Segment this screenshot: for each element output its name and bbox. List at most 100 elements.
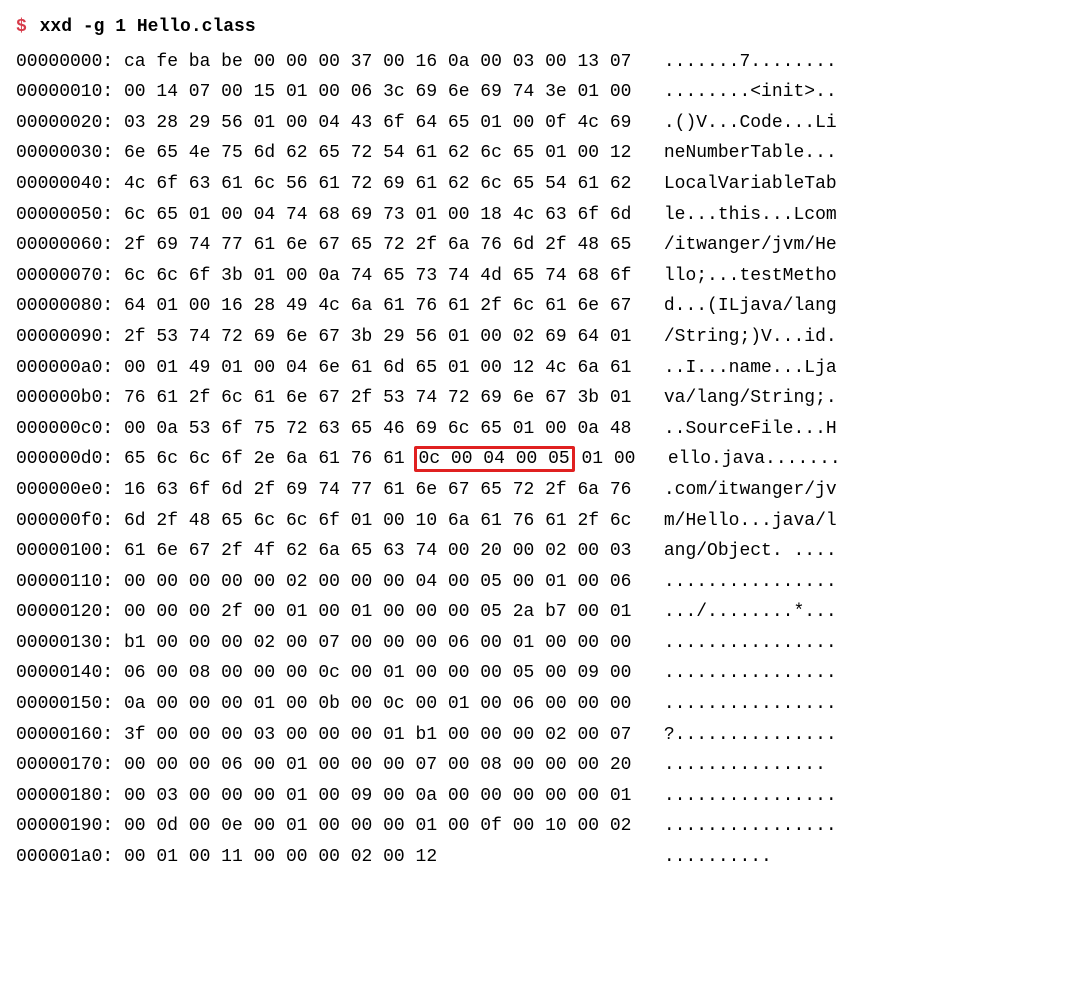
hex-bytes: 2f537472696e673b2956010002696401 bbox=[124, 322, 642, 353]
hex-bytes: 03282956010004436f646501000f4c69 bbox=[124, 108, 642, 139]
hex-bytes: 6c6c6f3b01000a746573744d6574686f bbox=[124, 261, 642, 292]
ascii-column: .......7........ bbox=[664, 47, 837, 78]
hex-dump-row: 00000150: 0a00000001000b000c0001000600000… bbox=[16, 689, 1064, 720]
offset: 00000040: bbox=[16, 169, 113, 200]
offset: 00000180: bbox=[16, 781, 113, 812]
hex-bytes: 0a00000001000b000c00010006000000 bbox=[124, 689, 642, 720]
hex-dump-row: 00000040:4c6f63616c5661726961626c6554616… bbox=[16, 169, 1064, 200]
highlighted-bytes: 0c00040005 bbox=[414, 446, 575, 472]
ascii-column: ang/Object. .... bbox=[664, 536, 837, 567]
ascii-column: m/Hello...java/l bbox=[664, 506, 837, 537]
offset: 00000020: bbox=[16, 108, 113, 139]
hex-dump-row: 000000b0: 76612f6c616e672f537472696e673b0… bbox=[16, 383, 1064, 414]
hex-bytes: 656c6c6f2e6a6176610c000400050100 bbox=[124, 444, 646, 475]
hex-bytes: 16636f6d2f697477616e6765722f6a76 bbox=[124, 475, 642, 506]
hex-dump-row: 000000e0: 16636f6d2f697477616e6765722f6a7… bbox=[16, 475, 1064, 506]
hex-dump-output: 00000000: cafebabe0000003700160a000300130… bbox=[16, 47, 1064, 873]
hex-bytes: 616e672f4f626a656374002000020003 bbox=[124, 536, 642, 567]
hex-bytes: 0001490100046e616d650100124c6a61 bbox=[124, 353, 642, 384]
hex-dump-row: 00000030: 6e654e756d6265725461626c6501001… bbox=[16, 138, 1064, 169]
offset: 00000050: bbox=[16, 200, 113, 231]
offset: 000000e0: bbox=[16, 475, 113, 506]
offset: 00000150: bbox=[16, 689, 113, 720]
hex-dump-row: 00000170: 0000000600010000000700080000002… bbox=[16, 750, 1064, 781]
command-text: xxd -g 1 Hello.class bbox=[40, 17, 256, 37]
hex-dump-row: 00000100: 616e672f4f626a65637400200002000… bbox=[16, 536, 1064, 567]
offset: 000000d0: bbox=[16, 444, 113, 475]
hex-dump-row: 00000080:6401001628494c6a6176612f6c616e6… bbox=[16, 291, 1064, 322]
ascii-column: .com/itwanger/jv bbox=[664, 475, 837, 506]
hex-bytes: cafebabe0000003700160a0003001307 bbox=[124, 47, 642, 78]
hex-dump-row: 000000a0: 0001490100046e616d650100124c6a6… bbox=[16, 353, 1064, 384]
offset: 00000070: bbox=[16, 261, 113, 292]
offset: 00000110: bbox=[16, 567, 113, 598]
hex-dump-row: 000000c0: 000a536f7572636546696c6501000a4… bbox=[16, 414, 1064, 445]
hex-dump-row: 00000050: 6c65010004746869730100184c636f6… bbox=[16, 200, 1064, 231]
hex-bytes: 0600080000000c000100000005000900 bbox=[124, 658, 642, 689]
offset: 00000100: bbox=[16, 536, 113, 567]
offset: 000000b0: bbox=[16, 383, 113, 414]
ascii-column: /itwanger/jvm/He bbox=[664, 230, 837, 261]
ascii-column: ..I...name...Lja bbox=[664, 353, 837, 384]
ascii-column: le...this...Lcom bbox=[664, 200, 837, 231]
offset: 00000140: bbox=[16, 658, 113, 689]
ascii-column: ..SourceFile...H bbox=[664, 414, 837, 445]
hex-dump-row: 00000000: cafebabe0000003700160a000300130… bbox=[16, 47, 1064, 78]
ascii-column: ................ bbox=[664, 628, 837, 659]
hex-dump-row: 00000090: 2f537472696e673b295601000269640… bbox=[16, 322, 1064, 353]
ascii-column: /String;)V...id. bbox=[664, 322, 837, 353]
hex-bytes: b1000000020007000000060001000000 bbox=[124, 628, 642, 659]
hex-dump-row: 00000110: 0000000000020000000400050001000… bbox=[16, 567, 1064, 598]
ascii-column: ?............... bbox=[664, 720, 837, 751]
hex-dump-row: 00000140: 0600080000000c00010000000500090… bbox=[16, 658, 1064, 689]
hex-bytes: 6c65010004746869730100184c636f6d bbox=[124, 200, 642, 231]
offset: 00000080: bbox=[16, 291, 113, 322]
offset: 00000170: bbox=[16, 750, 113, 781]
offset: 00000120: bbox=[16, 597, 113, 628]
ascii-column: ................ bbox=[664, 811, 837, 842]
hex-dump-row: 00000010:00140700150100063c696e69743e010… bbox=[16, 77, 1064, 108]
offset: 00000030: bbox=[16, 138, 113, 169]
command-line: $ xxd -g 1 Hello.class bbox=[16, 12, 1064, 43]
hex-bytes: 2f697477616e6765722f6a766d2f4865 bbox=[124, 230, 642, 261]
offset: 00000130: bbox=[16, 628, 113, 659]
hex-bytes: 000d000e000100000001000f00100002 bbox=[124, 811, 642, 842]
hex-dump-row: 00000060: 2f697477616e6765722f6a766d2f486… bbox=[16, 230, 1064, 261]
offset: 00000000: bbox=[16, 47, 113, 78]
hex-dump-row: 00000190: 000d000e000100000001000f0010000… bbox=[16, 811, 1064, 842]
hex-bytes: 3f0000000300000001b1000000020007 bbox=[124, 720, 642, 751]
ascii-column: va/lang/String;. bbox=[664, 383, 837, 414]
ascii-column: d...(ILjava/lang bbox=[664, 291, 837, 322]
ascii-column: ........<init>.. bbox=[664, 77, 837, 108]
ascii-column: .()V...Code...Li bbox=[664, 108, 837, 139]
offset: 00000090: bbox=[16, 322, 113, 353]
ascii-column: ............... bbox=[664, 750, 837, 781]
hex-bytes: 00000006000100000007000800000020 bbox=[124, 750, 642, 781]
ascii-column: ................ bbox=[664, 658, 837, 689]
ascii-column: .../........*... bbox=[664, 597, 837, 628]
prompt-symbol: $ bbox=[16, 17, 27, 37]
offset: 00000060: bbox=[16, 230, 113, 261]
offset: 000000c0: bbox=[16, 414, 113, 445]
hex-dump-row: 00000180: 0003000000010009000a00000000000… bbox=[16, 781, 1064, 812]
hex-dump-row: 00000070: 6c6c6f3b01000a746573744d6574686… bbox=[16, 261, 1064, 292]
ascii-column: ................ bbox=[664, 689, 837, 720]
offset: 00000190: bbox=[16, 811, 113, 842]
offset: 000000a0: bbox=[16, 353, 113, 384]
ascii-column: ello.java....... bbox=[668, 444, 841, 475]
ascii-column: ................ bbox=[664, 567, 837, 598]
hex-dump-row: 000001a0:00010011000000020012 .......... bbox=[16, 842, 1064, 873]
hex-bytes: 76612f6c616e672f537472696e673b01 bbox=[124, 383, 642, 414]
offset: 000001a0: bbox=[16, 842, 113, 873]
hex-bytes: 000a536f7572636546696c6501000a48 bbox=[124, 414, 642, 445]
hex-bytes: 6e654e756d6265725461626c65010012 bbox=[124, 138, 642, 169]
hex-dump-row: 00000160: 3f0000000300000001b100000002000… bbox=[16, 720, 1064, 751]
hex-bytes: 00000000000200000004000500010006 bbox=[124, 567, 642, 598]
hex-bytes: 0003000000010009000a000000000001 bbox=[124, 781, 642, 812]
hex-dump-row: 00000020: 03282956010004436f646501000f4c6… bbox=[16, 108, 1064, 139]
offset: 000000f0: bbox=[16, 506, 113, 537]
ascii-column: llo;...testMetho bbox=[664, 261, 837, 292]
hex-bytes: 0000002f00010001000000052ab70001 bbox=[124, 597, 642, 628]
offset: 00000160: bbox=[16, 720, 113, 751]
hex-bytes: 00140700150100063c696e69743e0100 bbox=[124, 77, 642, 108]
